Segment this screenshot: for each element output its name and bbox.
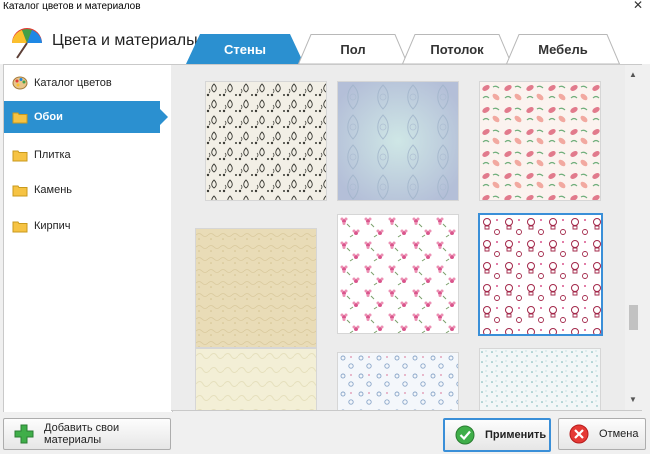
texture-tile-maroon-outline[interactable] [478,213,603,336]
folder-icon [12,150,28,162]
tab-label: Потолок [430,41,484,57]
texture-pattern [196,349,316,410]
sidebar-item-label: Каталог цветов [34,77,112,89]
window-title: Каталог цветов и материалов [3,1,141,12]
texture-pattern [196,229,316,347]
texture-tile-blue-damask[interactable] [337,81,459,201]
sidebar-item-label: Камень [34,184,73,196]
sidebar-item-label: Кирпич [34,220,71,232]
scroll-up-icon[interactable]: ▲ [628,71,638,79]
texture-tile-dark-damask[interactable] [205,81,327,201]
tab-floor[interactable]: Пол [298,34,408,64]
sidebar-item-brick[interactable]: Кирпич [4,210,160,242]
texture-tile-teal-speckle[interactable] [479,348,601,410]
folder-icon [12,185,28,197]
tab-walls[interactable]: Стены [186,34,304,64]
check-icon [455,425,475,445]
scroll-down-icon[interactable]: ▼ [628,396,638,404]
tab-label: Пол [340,41,366,57]
texture-tile-blue-floral[interactable] [337,352,459,410]
sidebar-item-tiles[interactable]: Плитка [4,139,160,171]
texture-pattern [480,215,601,334]
add-materials-button[interactable]: Добавить свои материалы [3,418,171,450]
tab-bar: Стены Пол Потолок Мебель [0,14,650,64]
tab-label: Стены [224,41,266,57]
texture-pattern [480,82,600,200]
sidebar-item-stone[interactable]: Камень [4,174,160,206]
sidebar: Каталог цветов Обои Плитка Камень Кирпич [3,64,173,413]
texture-pattern [338,353,458,410]
apply-button[interactable]: Применить [443,418,551,452]
tab-ceiling[interactable]: Потолок [402,34,512,64]
cancel-label: Отмена [599,428,639,440]
bottom-bar: Добавить свои материалы Применить Отмена [0,412,650,454]
texture-tile-pink-floral[interactable] [479,81,601,201]
texture-tile-beige[interactable] [195,228,317,348]
cancel-button[interactable]: Отмена [558,418,646,450]
scroll-thumb[interactable] [629,305,638,330]
sidebar-item-wallpaper[interactable]: Обои [4,101,168,133]
vertical-scrollbar[interactable]: ▲ ▼ [625,64,642,411]
cancel-icon [569,424,589,444]
texture-tile-cream[interactable] [195,348,317,410]
palette-icon [12,76,28,90]
tab-label: Мебель [538,41,588,57]
texture-pattern [480,349,600,410]
tab-furniture[interactable]: Мебель [506,34,620,64]
apply-label: Применить [485,429,547,441]
texture-pattern [338,215,458,333]
texture-grid [171,64,625,411]
plus-icon [14,424,34,444]
texture-pattern [338,82,458,200]
folder-icon [12,221,28,233]
sidebar-item-color-catalog[interactable]: Каталог цветов [4,67,160,99]
close-icon[interactable]: ✕ [633,0,643,12]
window-titlebar: Каталог цветов и материалов ✕ [0,0,650,14]
texture-pattern [206,82,326,200]
sidebar-item-label: Обои [34,111,63,123]
texture-tile-pink-flowers[interactable] [337,214,459,334]
folder-icon [12,112,28,124]
sidebar-item-label: Плитка [34,149,71,161]
add-materials-label: Добавить свои материалы [44,422,120,446]
